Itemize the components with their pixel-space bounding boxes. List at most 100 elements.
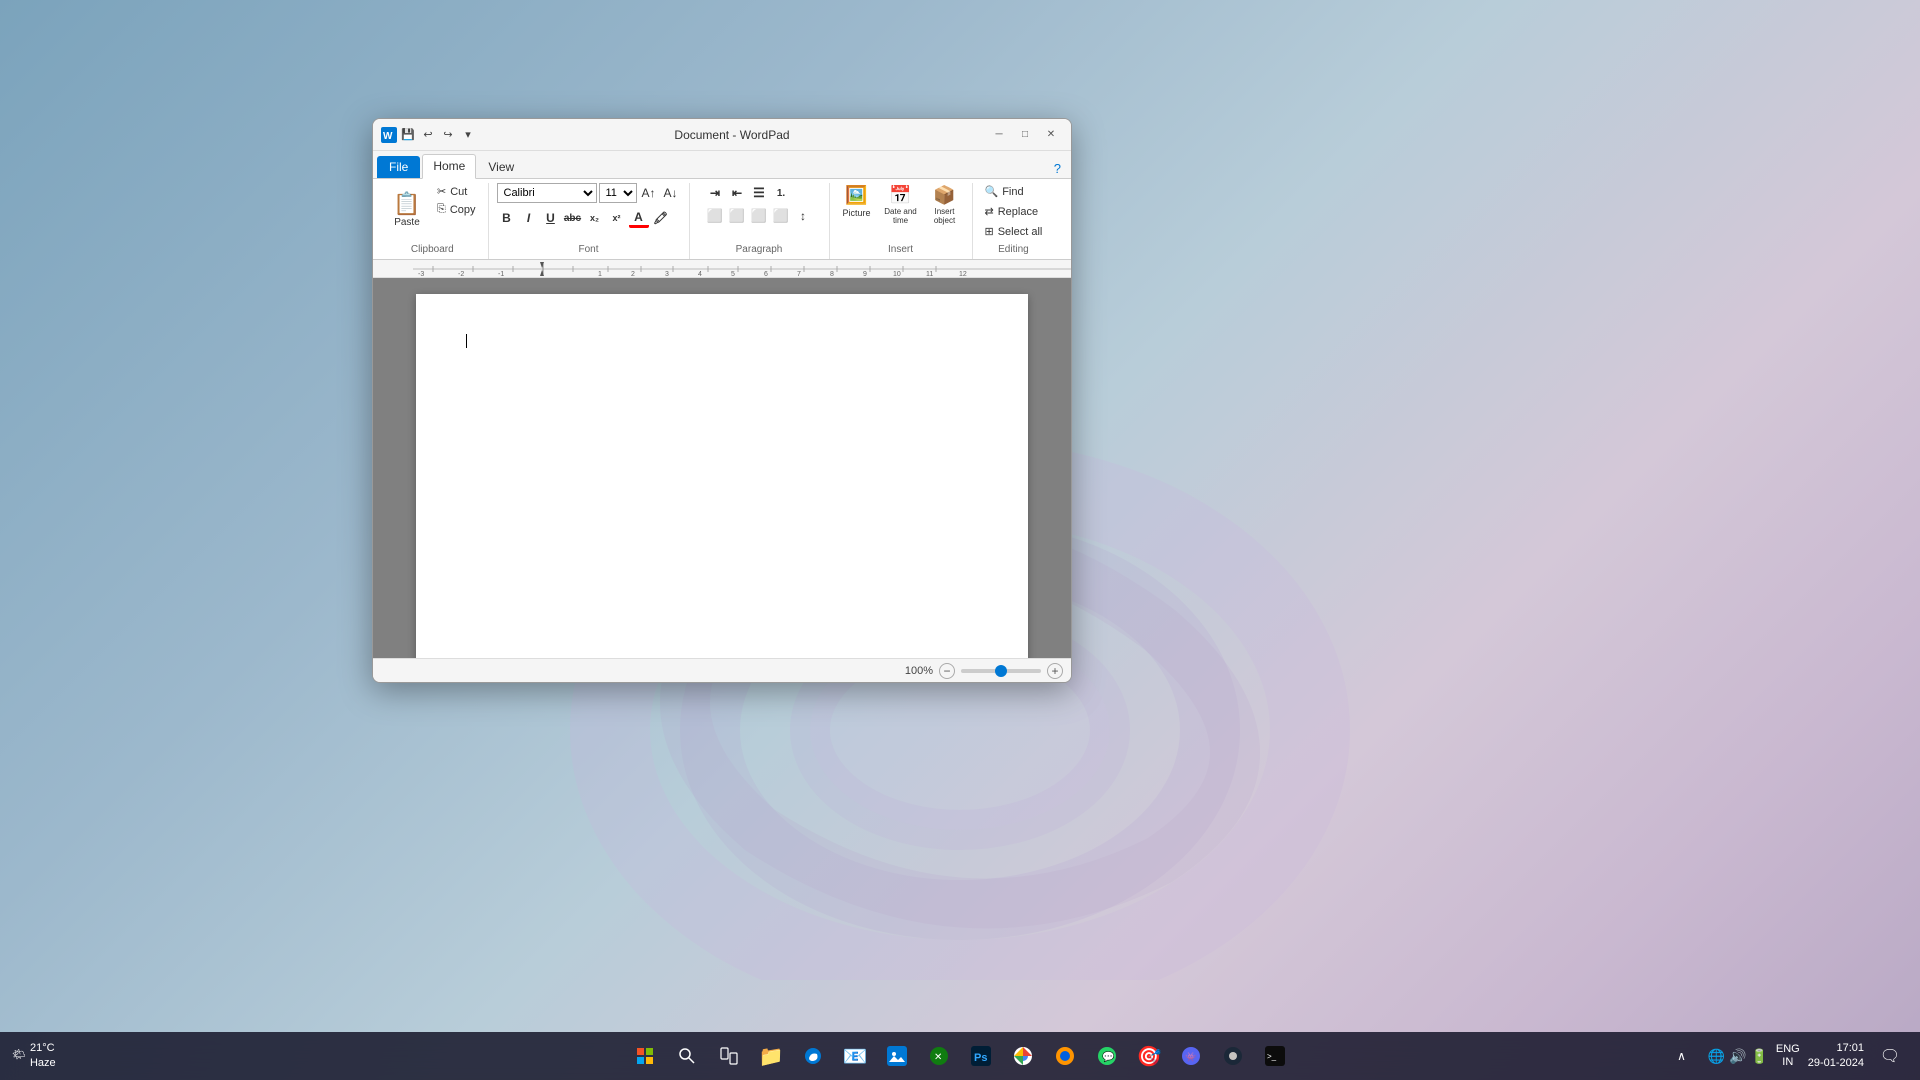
editing-content: 🔍 Find ⇄ Replace ⊞ Select all: [981, 183, 1047, 242]
zoom-out-button[interactable]: −: [939, 663, 955, 679]
editing-group: 🔍 Find ⇄ Replace ⊞ Select all Editing: [973, 183, 1055, 259]
replace-icon: ⇄: [985, 205, 994, 218]
insert-object-button[interactable]: 📦 Insert object: [926, 183, 964, 228]
language-indicator[interactable]: ENG IN: [1776, 1043, 1800, 1069]
help-button[interactable]: ?: [1048, 159, 1067, 178]
photos-icon: [887, 1046, 907, 1066]
font-family-select[interactable]: Calibri: [497, 183, 597, 203]
redo-button[interactable]: ↪: [439, 126, 457, 144]
whatsapp-button[interactable]: 💬: [1089, 1038, 1125, 1074]
app8-button[interactable]: 🎯: [1131, 1038, 1167, 1074]
notification-button[interactable]: 🗨: [1872, 1038, 1908, 1074]
task-view-icon: [720, 1047, 738, 1065]
lang-line2: IN: [1776, 1056, 1800, 1069]
zoom-in-button[interactable]: +: [1047, 663, 1063, 679]
firefox-button[interactable]: [1047, 1038, 1083, 1074]
tab-file[interactable]: File: [377, 156, 420, 178]
justify-button[interactable]: ⬜: [771, 206, 791, 226]
grow-font-button[interactable]: A↑: [639, 183, 659, 203]
battery-icon[interactable]: 🔋: [1750, 1048, 1767, 1065]
find-button[interactable]: 🔍 Find: [981, 183, 1028, 200]
file-explorer-button[interactable]: 📁: [753, 1038, 789, 1074]
align-center-button[interactable]: ⬜: [727, 206, 747, 226]
minimize-button[interactable]: ─: [987, 125, 1011, 145]
steam-icon: [1223, 1046, 1243, 1066]
customize-qat-button[interactable]: ▾: [459, 126, 477, 144]
app9-button[interactable]: 👾: [1173, 1038, 1209, 1074]
clock-time: 17:01: [1808, 1041, 1864, 1056]
zoom-level: 100%: [905, 665, 933, 677]
search-button[interactable]: [669, 1038, 705, 1074]
italic-button[interactable]: I: [519, 208, 539, 228]
line-spacing-button[interactable]: ↕: [793, 206, 813, 226]
paragraph-row1: ⇥ ⇤ ☰ 1.: [705, 183, 791, 203]
decrease-indent-button[interactable]: ⇤: [727, 183, 747, 203]
object-icon: 📦: [933, 185, 955, 206]
underline-button[interactable]: U: [541, 208, 561, 228]
clipboard-group: 📋 Paste ✂ Cut ⎘ Copy Clipboar: [377, 183, 489, 259]
align-right-button[interactable]: ⬜: [749, 206, 769, 226]
copy-button[interactable]: ⎘ Copy: [433, 201, 480, 218]
taskbar-clock[interactable]: 17:01 29-01-2024: [1808, 1041, 1864, 1072]
search-icon: [678, 1047, 696, 1065]
paste-button[interactable]: 📋 Paste: [385, 183, 429, 237]
font-size-select[interactable]: 11: [599, 183, 637, 203]
ribbon: 📋 Paste ✂ Cut ⎘ Copy Clipboar: [373, 179, 1071, 260]
app-icon: W: [381, 127, 397, 143]
superscript-button[interactable]: x²: [607, 208, 627, 228]
quick-access-toolbar: W 💾 ↩ ↪ ▾: [381, 126, 477, 144]
start-button[interactable]: [627, 1038, 663, 1074]
lang-line1: ENG: [1776, 1043, 1800, 1056]
email-button[interactable]: 📧: [837, 1038, 873, 1074]
ruler: -3 -2 -1 1 2 3 4 5 6 7 8 9 10: [373, 260, 1071, 278]
browser1-button[interactable]: [795, 1038, 831, 1074]
insert-content: 🖼️ Picture 📅 Date and time 📦 Insert obje…: [838, 183, 964, 242]
highlight-button[interactable]: 🖍: [651, 208, 671, 228]
show-hidden-icons-button[interactable]: ∧: [1664, 1038, 1700, 1074]
svg-text:9: 9: [863, 271, 867, 278]
photos-button[interactable]: [879, 1038, 915, 1074]
bold-button[interactable]: B: [497, 208, 517, 228]
svg-text:6: 6: [764, 271, 768, 278]
replace-button[interactable]: ⇄ Replace: [981, 203, 1043, 220]
photoshop-button[interactable]: Ps: [963, 1038, 999, 1074]
volume-icon[interactable]: 🔊: [1729, 1048, 1746, 1065]
shrink-font-button[interactable]: A↓: [661, 183, 681, 203]
bullets-button[interactable]: ☰: [749, 183, 769, 203]
taskview-button[interactable]: [711, 1038, 747, 1074]
tab-view[interactable]: View: [478, 156, 524, 178]
document-page[interactable]: [416, 294, 1028, 658]
svg-text:✕: ✕: [934, 1052, 942, 1063]
formatting-row: B I U abc x₂ x² A 🖍: [497, 208, 671, 228]
increase-indent-button[interactable]: ⇥: [705, 183, 725, 203]
cut-button[interactable]: ✂ Cut: [433, 183, 480, 200]
text-cursor: [466, 334, 467, 348]
numbering-button[interactable]: 1.: [771, 183, 791, 203]
align-left-button[interactable]: ⬜: [705, 206, 725, 226]
find-icon: 🔍: [985, 185, 999, 198]
font-color-button[interactable]: A: [629, 208, 649, 228]
strikethrough-button[interactable]: abc: [563, 208, 583, 228]
zoom-slider-thumb[interactable]: [995, 665, 1007, 677]
picture-button[interactable]: 🖼️ Picture: [838, 183, 876, 220]
steam-button[interactable]: [1215, 1038, 1251, 1074]
weather-icon: 🌤: [12, 1048, 26, 1063]
tab-home[interactable]: Home: [422, 154, 476, 179]
xbox-button[interactable]: ✕: [921, 1038, 957, 1074]
picture-icon: 🖼️: [845, 185, 867, 206]
maximize-button[interactable]: □: [1013, 125, 1037, 145]
svg-text:4: 4: [698, 271, 702, 278]
save-button[interactable]: 💾: [399, 126, 417, 144]
network-icon[interactable]: 🌐: [1708, 1048, 1725, 1065]
select-all-button[interactable]: ⊞ Select all: [981, 223, 1047, 240]
undo-button[interactable]: ↩: [419, 126, 437, 144]
chrome-button[interactable]: [1005, 1038, 1041, 1074]
zoom-slider[interactable]: [961, 669, 1041, 673]
clock-date: 29-01-2024: [1808, 1056, 1864, 1071]
terminal-button[interactable]: >_: [1257, 1038, 1293, 1074]
datetime-button[interactable]: 📅 Date and time: [882, 183, 920, 228]
document-area[interactable]: [373, 278, 1071, 658]
subscript-button[interactable]: x₂: [585, 208, 605, 228]
close-button[interactable]: ✕: [1039, 125, 1063, 145]
insert-group: 🖼️ Picture 📅 Date and time 📦 Insert obje…: [830, 183, 973, 259]
